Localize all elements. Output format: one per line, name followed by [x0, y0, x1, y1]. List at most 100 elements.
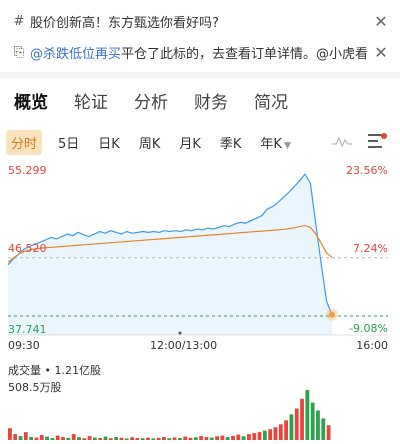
hash-icon: # [13, 13, 25, 29]
volume-bar [55, 435, 60, 440]
tab-financials[interactable]: 财务 [194, 88, 228, 113]
main-tabs: 概览 轮证 分析 财务 简况 [0, 84, 400, 116]
volume-max-label: 508.5万股 [8, 381, 62, 394]
volume-title: 成交量 • 1.21亿股 [8, 364, 101, 377]
volume-bar [50, 438, 55, 440]
volume-bar [146, 437, 150, 440]
volume-bar [162, 437, 166, 440]
volume-bar [108, 438, 113, 440]
volume-bar [167, 438, 172, 440]
pct-mid-label: 7.24% [353, 242, 388, 255]
volume-bar [321, 418, 326, 440]
volume-bar [188, 437, 193, 440]
period-intraday[interactable]: 分时 [6, 129, 43, 155]
volume-bar [199, 436, 204, 440]
price-mid-label: 46.520 [8, 242, 47, 255]
user-link[interactable]: @杀跌低位再买 [30, 47, 121, 62]
volume-bar [119, 437, 124, 440]
wave-icon[interactable] [332, 136, 352, 148]
volume-bar [61, 437, 65, 440]
volume-bar [130, 437, 134, 440]
volume-bar [114, 437, 119, 440]
volume-bar [289, 414, 294, 440]
volume-bar [310, 402, 315, 440]
volume-bar [71, 434, 76, 440]
tab-warrants[interactable]: 轮证 [74, 88, 108, 113]
banner-text: 平仓了此标的，去查看订单详情。@小虎看单 [121, 46, 368, 62]
volume-bar [247, 434, 251, 440]
volume-bar [326, 425, 331, 440]
settings-icon[interactable] [366, 132, 388, 150]
volume-bar [39, 435, 44, 440]
volume-bar [103, 436, 108, 440]
period-week[interactable]: 周K [139, 133, 161, 152]
volume-bar [204, 437, 209, 440]
volume-bar [294, 408, 299, 440]
volume-bar [135, 438, 140, 440]
period-day[interactable]: 日K [98, 133, 120, 152]
price-low-label: 37.741 [8, 323, 47, 336]
period-quarter[interactable]: 季K [220, 133, 242, 152]
tab-overview[interactable]: 概览 [14, 88, 48, 113]
volume-bar [231, 435, 235, 440]
last-price-dot [329, 311, 335, 318]
tab-profile[interactable]: 简况 [254, 88, 288, 113]
banner-text[interactable]: 股价创新高！东方甄选你看好吗? [30, 12, 368, 31]
volume-bar [236, 434, 241, 440]
pct-low-label: -9.08% [349, 322, 388, 335]
volume-bar [209, 437, 214, 440]
volume-bar [300, 398, 304, 440]
volume-bar [124, 438, 129, 440]
volume-bar [215, 436, 219, 440]
time-mid-label: 12:00/13:00 [150, 339, 218, 352]
volume-bar [225, 437, 230, 440]
close-icon[interactable]: ✕ [368, 43, 394, 62]
volume-bar [273, 427, 278, 440]
volume-bar [183, 436, 188, 440]
volume-bar [45, 436, 49, 440]
volume-bar [284, 420, 289, 440]
order-icon: ⎘ [13, 44, 25, 60]
intraday-chart[interactable] [0, 160, 400, 444]
order-banner[interactable]: ⎘ @杀跌低位再买平仓了此标的，去查看订单详情。@小虎看单 ✕ [0, 37, 400, 67]
volume-bar [151, 438, 156, 440]
period-year-label: 年K [260, 136, 282, 152]
volume-bar [87, 436, 92, 440]
volume-bar [305, 390, 310, 440]
volume-bar [156, 437, 161, 440]
volume-bar [13, 434, 18, 440]
close-icon[interactable]: ✕ [368, 12, 394, 31]
pct-high-label: 23.56% [346, 164, 388, 177]
chevron-down-icon: ▼ [283, 140, 291, 151]
volume-bar [66, 437, 71, 440]
time-start-label: 09:30 [8, 339, 40, 352]
volume-bar [98, 438, 103, 440]
volume-bar [268, 429, 273, 440]
volume-bar [18, 436, 23, 440]
volume-bar [34, 437, 39, 440]
tab-analysis[interactable]: 分析 [134, 88, 168, 113]
volume-bar [140, 438, 145, 440]
price-area [8, 174, 332, 335]
volume-bar [77, 437, 81, 440]
volume-bar [92, 437, 97, 440]
volume-bar [316, 410, 320, 440]
period-5d[interactable]: 5日 [58, 133, 79, 152]
price-high-label: 55.299 [8, 164, 47, 177]
news-banner[interactable]: # 股价创新高！东方甄选你看好吗? ✕ [0, 6, 400, 36]
volume-bar [193, 437, 198, 440]
volume-bar [82, 438, 87, 440]
volume-bar [29, 437, 34, 440]
volume-bar [252, 433, 257, 440]
volume-bar [278, 424, 283, 440]
volume-bar [220, 435, 225, 440]
volume-bar [172, 437, 177, 440]
volume-bar [177, 438, 182, 440]
volume-bar [8, 428, 12, 440]
volume-bar [257, 432, 262, 440]
period-month[interactable]: 月K [179, 133, 201, 152]
volume-bar [241, 436, 246, 440]
time-end-label: 16:00 [356, 339, 388, 352]
period-year[interactable]: 年K ▼ [260, 133, 290, 152]
volume-bar [23, 432, 28, 440]
